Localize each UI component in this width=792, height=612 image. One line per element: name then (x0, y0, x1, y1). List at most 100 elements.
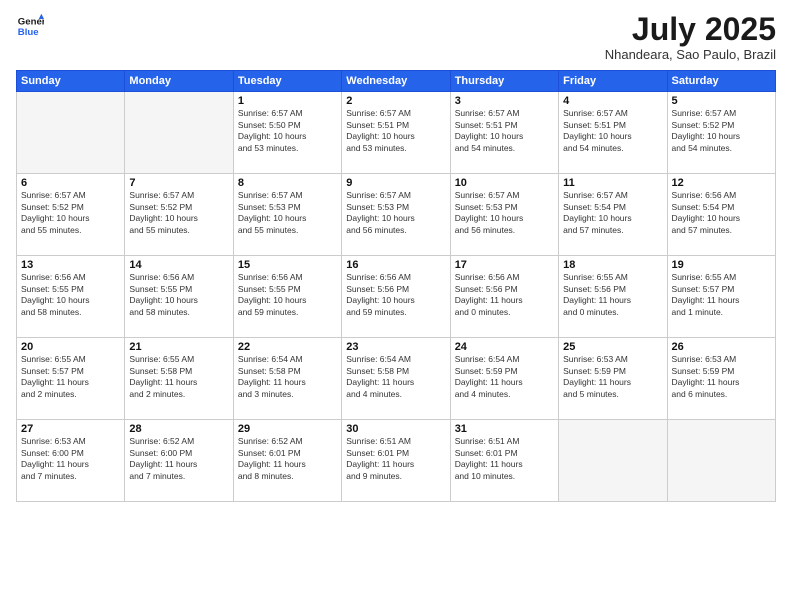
day-number: 20 (21, 341, 120, 353)
day-info: Sunrise: 6:53 AM Sunset: 5:59 PM Dayligh… (672, 354, 771, 400)
day-info: Sunrise: 6:55 AM Sunset: 5:58 PM Dayligh… (129, 354, 228, 400)
calendar-cell: 13Sunrise: 6:56 AM Sunset: 5:55 PM Dayli… (17, 256, 125, 338)
calendar-cell: 1Sunrise: 6:57 AM Sunset: 5:50 PM Daylig… (233, 92, 341, 174)
day-number: 30 (346, 423, 445, 435)
day-number: 22 (238, 341, 337, 353)
calendar-cell: 30Sunrise: 6:51 AM Sunset: 6:01 PM Dayli… (342, 420, 450, 502)
day-info: Sunrise: 6:57 AM Sunset: 5:54 PM Dayligh… (563, 190, 662, 236)
calendar-cell: 27Sunrise: 6:53 AM Sunset: 6:00 PM Dayli… (17, 420, 125, 502)
header: General Blue July 2025 Nhandeara, Sao Pa… (16, 12, 776, 62)
day-info: Sunrise: 6:57 AM Sunset: 5:51 PM Dayligh… (346, 108, 445, 154)
calendar-cell: 17Sunrise: 6:56 AM Sunset: 5:56 PM Dayli… (450, 256, 558, 338)
calendar-cell: 8Sunrise: 6:57 AM Sunset: 5:53 PM Daylig… (233, 174, 341, 256)
day-number: 14 (129, 259, 228, 271)
col-header-monday: Monday (125, 71, 233, 92)
week-row-2: 6Sunrise: 6:57 AM Sunset: 5:52 PM Daylig… (17, 174, 776, 256)
day-info: Sunrise: 6:56 AM Sunset: 5:54 PM Dayligh… (672, 190, 771, 236)
day-info: Sunrise: 6:52 AM Sunset: 6:01 PM Dayligh… (238, 436, 337, 482)
day-number: 6 (21, 177, 120, 189)
day-info: Sunrise: 6:57 AM Sunset: 5:52 PM Dayligh… (129, 190, 228, 236)
week-row-1: 1Sunrise: 6:57 AM Sunset: 5:50 PM Daylig… (17, 92, 776, 174)
day-number: 7 (129, 177, 228, 189)
calendar-cell: 11Sunrise: 6:57 AM Sunset: 5:54 PM Dayli… (559, 174, 667, 256)
week-row-4: 20Sunrise: 6:55 AM Sunset: 5:57 PM Dayli… (17, 338, 776, 420)
calendar-cell: 25Sunrise: 6:53 AM Sunset: 5:59 PM Dayli… (559, 338, 667, 420)
calendar-cell (125, 92, 233, 174)
day-number: 23 (346, 341, 445, 353)
col-header-wednesday: Wednesday (342, 71, 450, 92)
calendar-cell: 28Sunrise: 6:52 AM Sunset: 6:00 PM Dayli… (125, 420, 233, 502)
calendar-cell: 20Sunrise: 6:55 AM Sunset: 5:57 PM Dayli… (17, 338, 125, 420)
calendar-cell: 9Sunrise: 6:57 AM Sunset: 5:53 PM Daylig… (342, 174, 450, 256)
day-number: 15 (238, 259, 337, 271)
col-header-thursday: Thursday (450, 71, 558, 92)
calendar-cell: 31Sunrise: 6:51 AM Sunset: 6:01 PM Dayli… (450, 420, 558, 502)
day-info: Sunrise: 6:56 AM Sunset: 5:56 PM Dayligh… (346, 272, 445, 318)
day-info: Sunrise: 6:55 AM Sunset: 5:56 PM Dayligh… (563, 272, 662, 318)
day-number: 18 (563, 259, 662, 271)
calendar-cell (667, 420, 775, 502)
day-number: 12 (672, 177, 771, 189)
calendar-cell: 19Sunrise: 6:55 AM Sunset: 5:57 PM Dayli… (667, 256, 775, 338)
calendar-cell: 16Sunrise: 6:56 AM Sunset: 5:56 PM Dayli… (342, 256, 450, 338)
calendar-cell: 26Sunrise: 6:53 AM Sunset: 5:59 PM Dayli… (667, 338, 775, 420)
calendar-cell: 29Sunrise: 6:52 AM Sunset: 6:01 PM Dayli… (233, 420, 341, 502)
day-info: Sunrise: 6:57 AM Sunset: 5:52 PM Dayligh… (21, 190, 120, 236)
day-info: Sunrise: 6:57 AM Sunset: 5:53 PM Dayligh… (455, 190, 554, 236)
day-info: Sunrise: 6:57 AM Sunset: 5:51 PM Dayligh… (455, 108, 554, 154)
day-info: Sunrise: 6:55 AM Sunset: 5:57 PM Dayligh… (672, 272, 771, 318)
day-number: 2 (346, 95, 445, 107)
calendar-cell (17, 92, 125, 174)
day-number: 8 (238, 177, 337, 189)
day-number: 13 (21, 259, 120, 271)
calendar-cell: 24Sunrise: 6:54 AM Sunset: 5:59 PM Dayli… (450, 338, 558, 420)
day-number: 5 (672, 95, 771, 107)
day-number: 10 (455, 177, 554, 189)
day-number: 3 (455, 95, 554, 107)
day-info: Sunrise: 6:57 AM Sunset: 5:51 PM Dayligh… (563, 108, 662, 154)
calendar-cell (559, 420, 667, 502)
svg-text:Blue: Blue (18, 27, 39, 38)
day-number: 19 (672, 259, 771, 271)
day-number: 4 (563, 95, 662, 107)
day-info: Sunrise: 6:53 AM Sunset: 5:59 PM Dayligh… (563, 354, 662, 400)
day-info: Sunrise: 6:55 AM Sunset: 5:57 PM Dayligh… (21, 354, 120, 400)
day-number: 27 (21, 423, 120, 435)
day-number: 24 (455, 341, 554, 353)
logo-icon: General Blue (16, 12, 44, 40)
day-info: Sunrise: 6:51 AM Sunset: 6:01 PM Dayligh… (346, 436, 445, 482)
day-number: 29 (238, 423, 337, 435)
day-number: 26 (672, 341, 771, 353)
day-info: Sunrise: 6:54 AM Sunset: 5:58 PM Dayligh… (346, 354, 445, 400)
title-block: July 2025 Nhandeara, Sao Paulo, Brazil (605, 12, 776, 62)
col-header-friday: Friday (559, 71, 667, 92)
calendar-cell: 5Sunrise: 6:57 AM Sunset: 5:52 PM Daylig… (667, 92, 775, 174)
day-info: Sunrise: 6:52 AM Sunset: 6:00 PM Dayligh… (129, 436, 228, 482)
day-info: Sunrise: 6:56 AM Sunset: 5:55 PM Dayligh… (129, 272, 228, 318)
calendar-cell: 23Sunrise: 6:54 AM Sunset: 5:58 PM Dayli… (342, 338, 450, 420)
day-info: Sunrise: 6:56 AM Sunset: 5:56 PM Dayligh… (455, 272, 554, 318)
calendar-cell: 12Sunrise: 6:56 AM Sunset: 5:54 PM Dayli… (667, 174, 775, 256)
day-info: Sunrise: 6:56 AM Sunset: 5:55 PM Dayligh… (21, 272, 120, 318)
calendar-cell: 14Sunrise: 6:56 AM Sunset: 5:55 PM Dayli… (125, 256, 233, 338)
calendar-cell: 6Sunrise: 6:57 AM Sunset: 5:52 PM Daylig… (17, 174, 125, 256)
col-header-saturday: Saturday (667, 71, 775, 92)
calendar-cell: 4Sunrise: 6:57 AM Sunset: 5:51 PM Daylig… (559, 92, 667, 174)
day-number: 11 (563, 177, 662, 189)
day-number: 16 (346, 259, 445, 271)
day-info: Sunrise: 6:57 AM Sunset: 5:53 PM Dayligh… (238, 190, 337, 236)
day-number: 28 (129, 423, 228, 435)
calendar-cell: 18Sunrise: 6:55 AM Sunset: 5:56 PM Dayli… (559, 256, 667, 338)
calendar-cell: 2Sunrise: 6:57 AM Sunset: 5:51 PM Daylig… (342, 92, 450, 174)
calendar-cell: 21Sunrise: 6:55 AM Sunset: 5:58 PM Dayli… (125, 338, 233, 420)
day-info: Sunrise: 6:51 AM Sunset: 6:01 PM Dayligh… (455, 436, 554, 482)
day-info: Sunrise: 6:54 AM Sunset: 5:59 PM Dayligh… (455, 354, 554, 400)
day-info: Sunrise: 6:56 AM Sunset: 5:55 PM Dayligh… (238, 272, 337, 318)
calendar-cell: 10Sunrise: 6:57 AM Sunset: 5:53 PM Dayli… (450, 174, 558, 256)
col-header-tuesday: Tuesday (233, 71, 341, 92)
location: Nhandeara, Sao Paulo, Brazil (605, 47, 776, 62)
logo: General Blue (16, 12, 44, 40)
day-info: Sunrise: 6:57 AM Sunset: 5:50 PM Dayligh… (238, 108, 337, 154)
week-row-5: 27Sunrise: 6:53 AM Sunset: 6:00 PM Dayli… (17, 420, 776, 502)
col-header-sunday: Sunday (17, 71, 125, 92)
